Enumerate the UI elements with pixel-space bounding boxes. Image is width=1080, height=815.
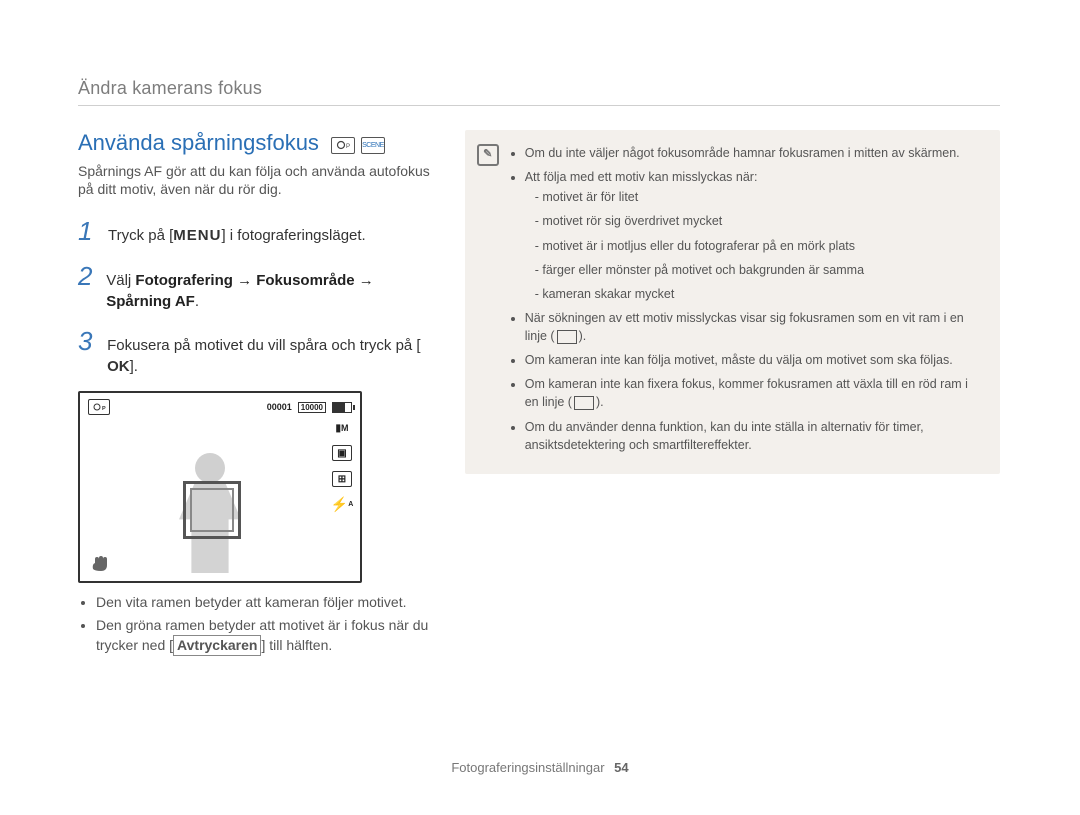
divider xyxy=(78,105,1000,106)
right-column: ✎ Om du inte väljer något fokusområde ha… xyxy=(465,130,1000,660)
step-1: 1 Tryck på [MENU] i fotograferingsläget. xyxy=(78,216,435,247)
footer-label: Fotograferingsinställningar xyxy=(451,760,604,775)
illus-sidebar: ▮M ▣ ⊞ ⚡A xyxy=(332,421,352,511)
footer: Fotograferingsinställningar 54 xyxy=(0,760,1080,775)
list-item: kameran skakar mycket xyxy=(535,285,984,303)
anti-shake-icon xyxy=(90,555,112,573)
list-item: motivet är för litet xyxy=(535,188,984,206)
camera-mode-icon: P xyxy=(88,399,110,415)
remaining-label: 10000 xyxy=(298,402,326,413)
list-item: motivet är i motljus eller du fotografer… xyxy=(535,237,984,255)
focus-area-icon: ⊞ xyxy=(332,471,352,487)
info-list: Om du inte väljer något fokusområde hamn… xyxy=(511,144,984,454)
menu-button-label: MENU xyxy=(173,225,221,246)
frame-icon xyxy=(574,396,594,410)
svg-text:P: P xyxy=(346,144,350,150)
list-item: motivet rör sig överdrivet mycket xyxy=(535,212,984,230)
list-item: Om kameran inte kan fixera fokus, kommer… xyxy=(525,375,984,411)
note-icon: ✎ xyxy=(477,144,499,166)
notes-list: Den vita ramen betyder att kameran följe… xyxy=(80,593,435,656)
sub-list: motivet är för litet motivet rör sig öve… xyxy=(525,188,984,303)
list-item: När sökningen av ett motiv misslyckas vi… xyxy=(525,309,984,345)
menu-path: Fotografering → Fokusområde → Spårning A… xyxy=(106,272,374,310)
illus-topbar: P 00001 10000 xyxy=(80,393,360,415)
battery-icon xyxy=(332,402,352,413)
image-size-icon: ▮M xyxy=(333,421,351,435)
left-column: Använda spårningsfokus P SCENE Spårnings… xyxy=(78,130,435,660)
focus-frame xyxy=(183,481,241,539)
svg-text:P: P xyxy=(102,406,106,412)
flash-icon: ⚡A xyxy=(333,497,351,511)
step-text: Tryck på [MENU] i fotograferingsläget. xyxy=(108,225,366,246)
t: Att följa med ett motiv kan misslyckas n… xyxy=(525,170,758,184)
list-item: färger eller mönster på motivet och bakg… xyxy=(535,261,984,279)
mode-icons: P SCENE xyxy=(331,133,385,154)
step-text: Fokusera på motivet du vill spåra och tr… xyxy=(107,335,435,377)
scene-mode-icon: SCENE xyxy=(361,137,385,154)
camera-screen-illustration: P 00001 10000 ▮M ▣ ⊞ ⚡A xyxy=(78,391,362,583)
list-item: Om kameran inte kan följa motivet, måste… xyxy=(525,351,984,369)
page: Ändra kamerans fokus Använda spårningsfo… xyxy=(0,0,1080,815)
step-text: Välj Fotografering → Fokusområde → Spårn… xyxy=(106,270,435,312)
t: När sökningen av ett motiv misslyckas vi… xyxy=(525,311,964,343)
program-mode-icon: P xyxy=(331,137,355,154)
t: Välj xyxy=(106,272,135,289)
shutter-label: Avtryckaren xyxy=(173,635,261,656)
step-number: 1 xyxy=(78,216,96,247)
section-title-text: Använda spårningsfokus xyxy=(78,130,319,156)
t: ). xyxy=(596,395,604,409)
t: ). xyxy=(579,329,587,343)
list-item: Den gröna ramen betyder att motivet är i… xyxy=(96,616,435,656)
section-intro: Spårnings AF gör att du kan följa och an… xyxy=(78,162,435,198)
step-number: 2 xyxy=(78,261,94,292)
page-number: 54 xyxy=(614,760,628,775)
t: Tryck på [ xyxy=(108,227,173,244)
t: Fokusera på motivet du vill spåra och tr… xyxy=(107,337,420,354)
shot-counter: 00001 xyxy=(267,402,292,412)
step-number: 3 xyxy=(78,326,95,357)
page-title: Ändra kamerans fokus xyxy=(78,78,1000,99)
step-3: 3 Fokusera på motivet du vill spåra och … xyxy=(78,326,435,377)
t: ] i fotograferingsläget. xyxy=(221,227,365,244)
list-item: Om du inte väljer något fokusområde hamn… xyxy=(525,144,984,162)
section-title: Använda spårningsfokus P SCENE xyxy=(78,130,435,156)
t: ] till hälften. xyxy=(261,637,332,653)
content-columns: Använda spårningsfokus P SCENE Spårnings… xyxy=(78,130,1000,660)
ok-button-label: OK xyxy=(107,356,130,377)
metering-icon: ▣ xyxy=(332,445,352,461)
list-item: Om du använder denna funktion, kan du in… xyxy=(525,418,984,454)
frame-icon xyxy=(557,330,577,344)
subject-silhouette xyxy=(175,453,245,573)
t: ]. xyxy=(130,358,138,375)
list-item: Den vita ramen betyder att kameran följe… xyxy=(96,593,435,612)
list-item: Att följa med ett motiv kan misslyckas n… xyxy=(525,168,984,303)
steps-list: 1 Tryck på [MENU] i fotograferingsläget.… xyxy=(78,216,435,377)
illus-topbar-right: 00001 10000 xyxy=(267,402,352,413)
step-2: 2 Välj Fotografering → Fokusområde → Spå… xyxy=(78,261,435,312)
info-box: ✎ Om du inte väljer något fokusområde ha… xyxy=(465,130,1000,474)
t: . xyxy=(195,293,199,310)
